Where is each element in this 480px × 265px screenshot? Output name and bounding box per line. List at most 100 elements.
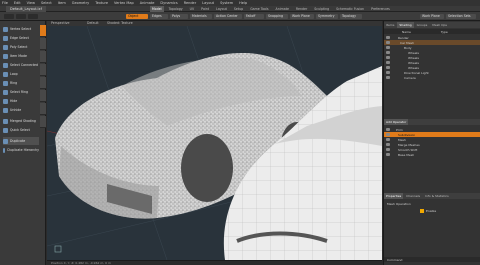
eye-icon[interactable] [386, 76, 390, 79]
menu-view[interactable]: View [27, 1, 35, 5]
menu-edit[interactable]: Edit [14, 1, 21, 5]
menu-texture[interactable]: Texture [95, 1, 108, 5]
tab-items[interactable]: Items [384, 22, 396, 28]
tab-add-operator[interactable]: Add Operator [384, 119, 409, 125]
hide-icon [3, 98, 8, 104]
eye-icon[interactable] [386, 128, 390, 131]
ring-icon [3, 80, 8, 86]
vtab-curve[interactable] [40, 90, 46, 102]
tool-label: Unhide [10, 108, 22, 112]
layer-label: Merge Meshes [398, 142, 420, 147]
viewport-shading-label[interactable]: Shaded: Texture [107, 21, 133, 25]
object-mode-button[interactable]: Object [126, 14, 148, 19]
vertices-mode-button[interactable] [4, 14, 14, 19]
tool-label: Item Mode [10, 54, 27, 58]
3d-viewport[interactable]: Perspective Default Shaded: Texture Posi… [47, 21, 382, 265]
tool-poly-select[interactable]: Poly Select [3, 43, 39, 51]
menu-select[interactable]: Select [41, 1, 52, 5]
vtab-mesh-edit[interactable] [40, 38, 46, 50]
viewport-preset-label[interactable]: Default [87, 21, 99, 25]
enable-checkbox[interactable]: Enable [420, 208, 436, 213]
tool-hide[interactable]: Hide [3, 97, 39, 105]
tab-groups[interactable]: Groups [415, 22, 430, 28]
selection-sets-button[interactable]: Selection Sets [446, 14, 476, 19]
tool-select-connected[interactable]: Select Connected [3, 61, 39, 69]
eye-icon[interactable] [386, 41, 390, 44]
tool-merged-shading[interactable]: Merged Shading [3, 117, 39, 125]
tool-select-ring[interactable]: Select Ring [3, 88, 39, 96]
action-center-button[interactable]: Action Center [214, 14, 242, 19]
items-header: Name Type [384, 29, 480, 34]
list-item[interactable]: Camera [384, 75, 480, 80]
eye-icon[interactable] [386, 36, 390, 39]
polys-button[interactable]: Polys [170, 14, 188, 19]
tab-shading[interactable]: Shading [397, 22, 414, 28]
tool-vertex-select[interactable]: Vertex Select [3, 25, 39, 33]
item-label: Render [398, 35, 409, 40]
app-window: File Edit View Select Item Geometry Text… [0, 0, 480, 265]
tool-edge-select[interactable]: Edge Select [3, 34, 39, 42]
vtab-edge[interactable] [40, 64, 46, 76]
tab-channels[interactable]: Channels [404, 193, 422, 199]
layer-row[interactable]: Base Mesh [384, 152, 480, 157]
menu-geometry[interactable]: Geometry [72, 1, 89, 5]
eye-icon[interactable] [386, 143, 390, 146]
vtab-polygon[interactable] [40, 77, 46, 89]
menu-file[interactable]: File [2, 1, 8, 5]
layer-label: Smooth Shift [398, 147, 418, 152]
snapping-button[interactable]: Snapping [266, 14, 288, 19]
eye-icon[interactable] [386, 153, 390, 156]
topology-button[interactable]: Topology [340, 14, 362, 19]
vtab-duplicate[interactable] [40, 116, 46, 128]
menu-help[interactable]: Help [239, 1, 247, 5]
work-plane-button[interactable]: Work Plane [290, 14, 314, 19]
falloff-button[interactable]: Falloff [244, 14, 264, 19]
tool-loop[interactable]: Loop [3, 70, 39, 78]
tab-info[interactable]: Info & Statistics [423, 193, 451, 199]
eye-icon[interactable] [386, 51, 390, 54]
tool-quick-select[interactable]: Quick Select [3, 126, 39, 134]
tab-properties[interactable]: Properties [384, 193, 404, 199]
operator-tabs: Add Operator [384, 119, 480, 125]
command-bar[interactable]: Command [384, 257, 480, 262]
position-readout: Position X, Y, Z: 0.482 m, -0.962 m, 0 m [51, 261, 111, 265]
vtab-deform[interactable] [40, 103, 46, 115]
eye-icon[interactable] [386, 66, 390, 69]
menu-animate[interactable]: Animate [140, 1, 155, 5]
item-label: Wheels [408, 55, 419, 60]
edges-button[interactable]: Edges [150, 14, 168, 19]
edges-mode-button[interactable] [16, 14, 26, 19]
menu-vertex-map[interactable]: Vertex Map [114, 1, 134, 5]
tool-item-mode[interactable]: Item Mode [3, 52, 39, 60]
tool-label: Select Connected [10, 63, 39, 67]
materials-button[interactable]: Materials [190, 14, 212, 19]
eye-icon[interactable] [386, 138, 390, 141]
menu-layout[interactable]: Layout [202, 1, 214, 5]
menu-system[interactable]: System [220, 1, 233, 5]
eye-icon[interactable] [386, 71, 390, 74]
tool-duplicate[interactable]: Duplicate [3, 137, 39, 145]
eye-icon[interactable] [386, 61, 390, 64]
enable-row[interactable]: Enable [384, 208, 480, 213]
item-label: Wheels [408, 50, 419, 55]
eye-icon[interactable] [386, 148, 390, 151]
vtab-vertex[interactable] [40, 51, 46, 63]
vtab-basic[interactable] [40, 25, 46, 37]
symmetry-button[interactable]: Symmetry [316, 14, 338, 19]
tool-duplicate-hierarchy[interactable]: Duplicate Hierarchy [3, 146, 39, 154]
viewport-view-label[interactable]: Perspective [51, 21, 69, 25]
polygons-mode-button[interactable] [28, 14, 38, 19]
menu-render[interactable]: Render [184, 1, 196, 5]
command-label: Command [387, 257, 403, 262]
eye-icon[interactable] [386, 56, 390, 59]
loop-icon [3, 71, 8, 77]
tab-mesh-ops[interactable]: Mesh Ops [430, 22, 449, 28]
menu-item[interactable]: Item [58, 1, 66, 5]
menu-dynamics[interactable]: Dynamics [160, 1, 177, 5]
item-label: Camera [404, 75, 416, 80]
eye-icon[interactable] [386, 46, 390, 49]
tool-ring[interactable]: Ring [3, 79, 39, 87]
work-plane-right-button[interactable]: Work Plane [420, 14, 444, 19]
tool-unhide[interactable]: Unhide [3, 106, 39, 114]
eye-icon[interactable] [386, 133, 390, 136]
